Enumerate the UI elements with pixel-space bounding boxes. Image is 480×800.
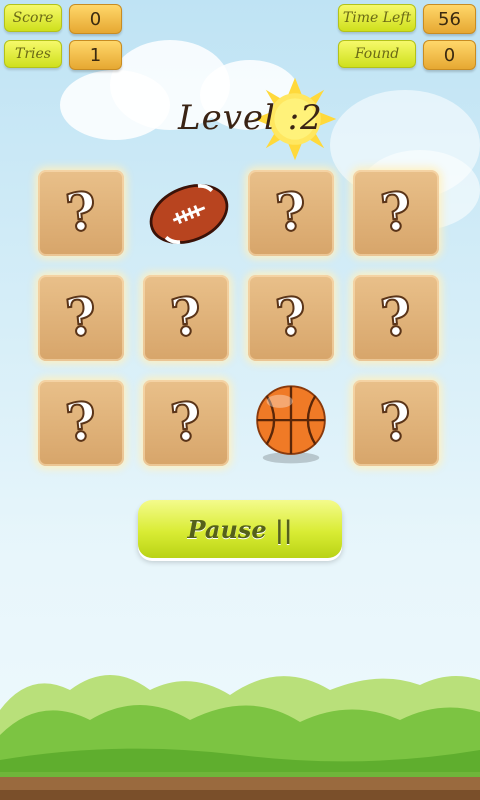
card-hidden[interactable]: ?	[353, 170, 439, 256]
question-mark-icon: ?	[377, 285, 416, 351]
question-mark-icon: ?	[62, 180, 101, 246]
question-mark-icon: ?	[62, 390, 101, 456]
question-mark-icon: ?	[167, 285, 206, 351]
card-hidden[interactable]: ?	[248, 170, 334, 256]
question-mark-icon: ?	[62, 285, 101, 351]
pause-button[interactable]: Pause ||	[138, 500, 342, 558]
grass-hills-scenery	[0, 675, 480, 800]
card-hidden[interactable]: ?	[38, 275, 124, 361]
card-hidden[interactable]: ?	[38, 170, 124, 256]
found-label: Found	[338, 40, 416, 68]
card-grid: ? ? ? ? ? ? ? ? ? ?	[30, 165, 450, 480]
time-left-value: 56	[423, 4, 476, 34]
question-mark-icon: ?	[167, 390, 206, 456]
question-mark-icon: ?	[272, 285, 311, 351]
tries-value: 1	[69, 40, 122, 70]
time-left-label: Time Left	[338, 4, 416, 32]
score-label: Score	[4, 4, 62, 32]
card-hidden[interactable]: ?	[248, 275, 334, 361]
level-title: Level :2	[178, 98, 323, 138]
card-hidden[interactable]: ?	[143, 275, 229, 361]
card-hidden[interactable]: ?	[353, 275, 439, 361]
tries-label: Tries	[4, 40, 62, 68]
card-hidden[interactable]: ?	[353, 380, 439, 466]
found-value: 0	[423, 40, 476, 70]
question-mark-icon: ?	[377, 180, 416, 246]
question-mark-icon: ?	[377, 390, 416, 456]
american-football-icon[interactable]	[142, 167, 236, 261]
question-mark-icon: ?	[272, 180, 311, 246]
card-hidden[interactable]: ?	[143, 380, 229, 466]
basketball-icon[interactable]	[244, 375, 338, 469]
score-value: 0	[69, 4, 122, 34]
card-hidden[interactable]: ?	[38, 380, 124, 466]
